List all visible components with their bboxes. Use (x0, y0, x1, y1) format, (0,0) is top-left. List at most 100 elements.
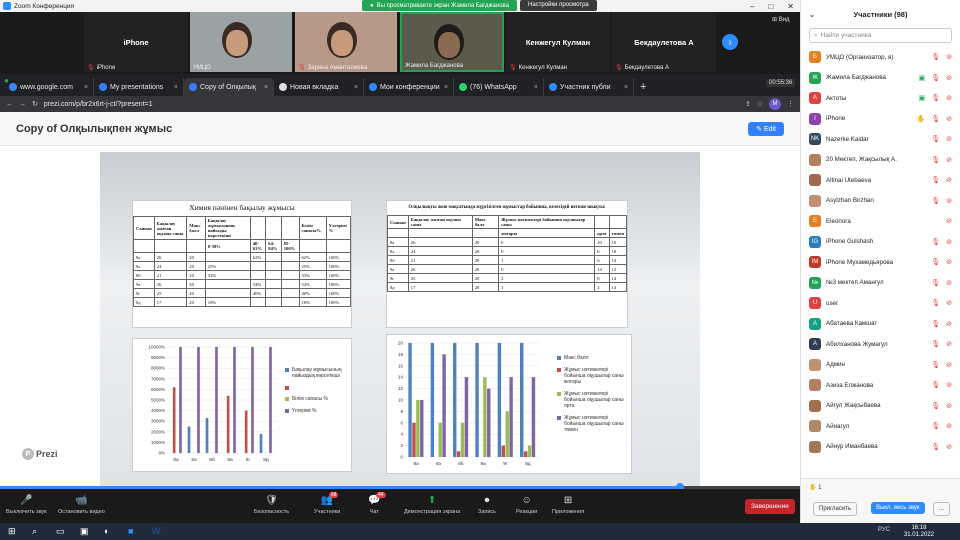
mic-status-icon[interactable]: 🎙 (931, 381, 940, 389)
language-indicator[interactable]: РУС (878, 527, 890, 533)
windows-start-icon[interactable]: ⊞ (8, 526, 16, 537)
participant-row[interactable]: Uuser 🎙 ⊘ (801, 293, 960, 314)
video-status-icon[interactable]: ⊘ (946, 361, 952, 369)
browser-tab[interactable]: Новая вкладка × (274, 78, 364, 96)
participant-row[interactable]: А Абатаева Камшат 🎙 ⊘ (801, 314, 960, 335)
video-status-icon[interactable]: ⊘ (946, 381, 952, 389)
view-button[interactable]: ⊞ Вид (772, 16, 790, 23)
close-tab-icon[interactable]: × (534, 84, 538, 91)
task-view-icon[interactable]: ▭ (56, 526, 65, 537)
video-status-icon[interactable]: ⊘ (946, 422, 952, 430)
mic-status-icon[interactable]: 🎙 (931, 443, 940, 451)
mic-status-icon[interactable]: 🎙 (931, 74, 940, 82)
toolbar-button[interactable]: 📹 Остановить видео (58, 495, 105, 515)
toolbar-button[interactable]: ⬆ Демонстрация экрана (404, 495, 460, 515)
toolbar-button[interactable]: ⏺ Запись (478, 495, 496, 515)
more-button[interactable]: ... (933, 502, 951, 516)
mic-status-icon[interactable]: 🎙 (931, 197, 940, 205)
participant-row[interactable]: А Абилханова Жумагул 🎙 ⊘ (801, 334, 960, 355)
participant-row[interactable]: Айнагул 🎙 ⊘ (801, 416, 960, 437)
close-tab-icon[interactable]: × (444, 84, 448, 91)
teams-icon[interactable]: ▣ (80, 526, 89, 537)
mic-status-icon[interactable]: 🎙 (931, 176, 940, 184)
participant-tile[interactable]: Бекдаулетова А 🎙 Бекдаулетова А (612, 12, 716, 72)
participant-row[interactable]: NK Nazerke Kaidar 🎙 ⊘ (801, 129, 960, 150)
participant-video-tile[interactable]: УМЦО (190, 12, 292, 72)
forward-icon[interactable]: → (19, 101, 26, 108)
video-status-icon[interactable]: ⊘ (946, 74, 952, 82)
mic-status-icon[interactable]: 🎙 (931, 94, 940, 102)
participant-row[interactable]: E Eleonora ⊘ (801, 211, 960, 232)
participant-tile[interactable]: Кенжегул Кулман 🎙 Кенжегул Кулман (506, 12, 610, 72)
close-tab-icon[interactable]: × (354, 84, 358, 91)
bookmark-icon[interactable]: ☆ (757, 100, 763, 108)
mic-status-icon[interactable]: 🎙 (931, 299, 940, 307)
video-status-icon[interactable]: ⊘ (946, 94, 952, 102)
participant-row[interactable]: А Актоты ▣ 🎙 ⊘ (801, 88, 960, 109)
url-field[interactable]: prezi.com/p/br2x6rt-j-ct/?present=1 (44, 101, 739, 108)
video-status-icon[interactable]: ⊘ (946, 197, 952, 205)
zoom-taskbar-icon[interactable]: ■ (128, 526, 133, 536)
video-status-icon[interactable]: ⊘ (946, 176, 952, 184)
edit-button[interactable]: ✎ Edit (748, 121, 784, 136)
toolbar-button[interactable]: ☺ Реакции (516, 495, 537, 515)
mic-status-icon[interactable]: 🎙 (931, 258, 940, 266)
participant-row[interactable]: 20 Мектеп, Жақсылық А. 🎙 ⊘ (801, 150, 960, 171)
mic-status-icon[interactable]: 🎙 (931, 238, 940, 246)
participant-row[interactable]: IG iPhone Gulshash 🎙 ⊘ (801, 232, 960, 253)
video-status-icon[interactable]: ⊘ (946, 115, 952, 123)
video-status-icon[interactable]: ⊘ (946, 156, 952, 164)
browser-tab[interactable]: (76) WhatsApp × (454, 78, 544, 96)
new-tab-button[interactable]: + (634, 78, 652, 96)
browser-tab[interactable]: Мои конференции × (364, 78, 454, 96)
participant-row[interactable]: Ж Жамила Багджанова ▣ 🎙 ⊘ (801, 68, 960, 89)
video-status-icon[interactable]: ⊘ (946, 238, 952, 246)
toolbar-button[interactable]: 🛡 Безопасность (254, 495, 289, 515)
maximize-icon[interactable]: □ (768, 2, 773, 11)
mic-status-icon[interactable]: 🎙 (931, 279, 940, 287)
mic-status-icon[interactable]: 🎙 (931, 402, 940, 410)
toolbar-button[interactable]: ⊞ Приложения (552, 495, 584, 515)
browser-tab[interactable]: Copy of Олқылық × (184, 78, 274, 96)
participant-row[interactable]: Altinai Utebaeva 🎙 ⊘ (801, 170, 960, 191)
video-status-icon[interactable]: ⊘ (946, 53, 952, 61)
toolbar-button[interactable]: 💬 44 Чат (368, 492, 386, 515)
video-status-icon[interactable]: ⊘ (946, 217, 952, 225)
video-status-icon[interactable]: ⊘ (946, 258, 952, 266)
video-status-icon[interactable]: ⊘ (946, 279, 952, 287)
participant-row[interactable]: IM iPhone Мухамедьярова 🎙 ⊘ (801, 252, 960, 273)
close-tab-icon[interactable]: × (174, 84, 178, 91)
share-status-icon[interactable]: ▣ (919, 94, 926, 102)
participant-tile[interactable]: iPhone 🎙 iPhone (84, 12, 188, 72)
participant-row[interactable]: Айнур Иманбаева 🎙 ⊘ (801, 437, 960, 458)
close-tab-icon[interactable]: × (84, 84, 88, 91)
mic-status-icon[interactable]: 🎙 (931, 422, 940, 430)
video-status-icon[interactable]: ⊘ (946, 443, 952, 451)
participant-search-input[interactable]: ⌕ Найти участника (809, 28, 952, 43)
share-status-icon[interactable]: ▣ (919, 74, 926, 82)
menu-icon[interactable]: ⋮ (787, 100, 794, 108)
gallery-next-button[interactable]: › (722, 34, 738, 50)
mic-status-icon[interactable]: 🎙 (931, 135, 940, 143)
end-meeting-button[interactable]: Завершение (745, 499, 795, 514)
participant-row[interactable]: Азиза Елжанова 🎙 ⊘ (801, 375, 960, 396)
mic-status-icon[interactable]: 🎙 (931, 340, 940, 348)
video-status-icon[interactable]: ⊘ (946, 340, 952, 348)
video-status-icon[interactable]: ⊘ (946, 135, 952, 143)
minimize-icon[interactable]: – (750, 2, 754, 11)
search-icon[interactable]: ⌕ (32, 526, 37, 537)
edge-icon[interactable]: ◐ (104, 526, 109, 536)
participant-video-tile[interactable]: 🎙 Зарина Аманталиева (295, 12, 397, 72)
browser-tab[interactable]: www.google.com × (4, 78, 94, 96)
participant-row[interactable]: IiPhone ✋ 🎙 ⊘ (801, 109, 960, 130)
mic-status-icon[interactable]: 🎙 (931, 361, 940, 369)
invite-button[interactable]: Пригласить (813, 502, 858, 516)
view-options-button[interactable]: Настройки просмотра (520, 0, 597, 11)
participant-row[interactable]: Б УМЦО (Организатор, я) 🎙 ⊘ (801, 47, 960, 68)
participant-row[interactable]: Админ 🎙 ⊘ (801, 355, 960, 376)
browser-tab[interactable]: Участник публи × (544, 78, 634, 96)
participant-video-tile-active[interactable]: Жамила Багджанова (400, 12, 504, 72)
reload-icon[interactable]: ↻ (32, 100, 38, 108)
mute-all-button[interactable]: Выкл. весь звук (871, 502, 925, 514)
video-status-icon[interactable]: ⊘ (946, 320, 952, 328)
